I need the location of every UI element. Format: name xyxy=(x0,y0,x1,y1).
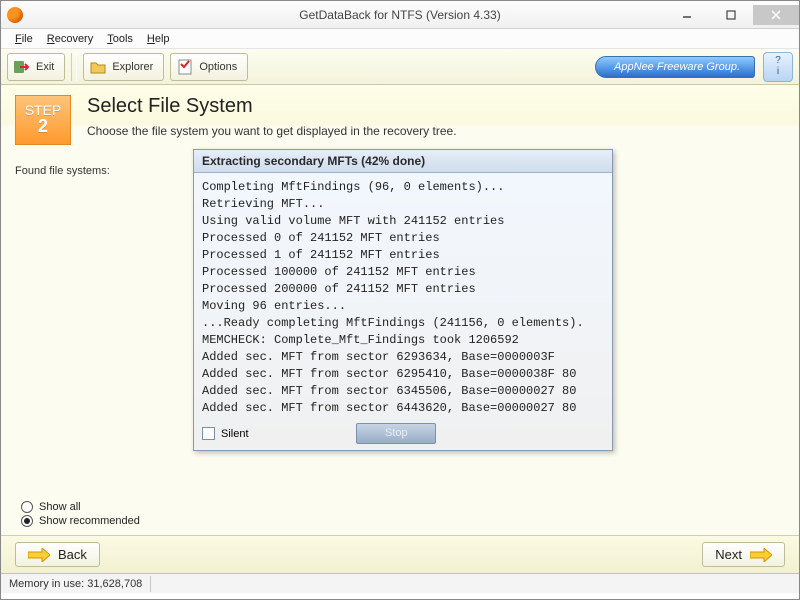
dialog-log: Completing MftFindings (96, 0 elements).… xyxy=(194,173,612,419)
checkbox-icon xyxy=(202,427,215,440)
back-button[interactable]: Back xyxy=(15,542,100,567)
radio-show-recommended[interactable]: Show recommended xyxy=(21,515,140,527)
help-button[interactable]: ? i xyxy=(763,52,793,82)
toolbar-separator xyxy=(71,53,77,81)
minimize-button[interactable] xyxy=(665,5,709,25)
menu-help[interactable]: Help xyxy=(141,31,176,47)
nav-bar: Back Next xyxy=(1,535,799,573)
maximize-button[interactable] xyxy=(709,5,753,25)
status-bar: Memory in use: 31,628,708 xyxy=(1,573,799,593)
options-button[interactable]: Options xyxy=(170,53,248,81)
radio-show-all[interactable]: Show all xyxy=(21,501,140,513)
dialog-title: Extracting secondary MFTs (42% done) xyxy=(194,150,612,173)
folder-icon xyxy=(90,59,106,75)
menu-label: ools xyxy=(113,33,133,45)
toolbar: Exit Explorer Options AppNee Freeware Gr… xyxy=(1,49,799,85)
checkbox-label: Silent xyxy=(221,428,249,440)
menu-file[interactable]: File xyxy=(9,31,39,47)
menu-tools[interactable]: Tools xyxy=(101,31,139,47)
app-icon xyxy=(7,7,23,23)
main-content: STEP 2 Select File System Choose the fil… xyxy=(1,85,799,535)
exit-button[interactable]: Exit xyxy=(7,53,65,81)
help-icon: ? xyxy=(775,56,781,66)
window-controls xyxy=(665,5,799,25)
button-label: Back xyxy=(58,547,87,562)
arrow-right-icon xyxy=(750,548,772,562)
dialog-footer: Silent Stop xyxy=(194,419,612,450)
button-label: Explorer xyxy=(112,61,153,73)
silent-checkbox[interactable]: Silent xyxy=(202,427,249,440)
menu-recovery[interactable]: Recovery xyxy=(41,31,99,47)
info-icon: i xyxy=(777,67,779,77)
radio-icon xyxy=(21,515,33,527)
explorer-button[interactable]: Explorer xyxy=(83,53,164,81)
page-title: Select File System xyxy=(87,95,457,118)
step-number: 2 xyxy=(16,116,70,137)
page-subtitle: Choose the file system you want to get d… xyxy=(87,124,457,138)
radio-icon xyxy=(21,501,33,513)
filter-group: Show all Show recommended xyxy=(21,499,140,529)
arrow-left-icon xyxy=(28,548,50,562)
menu-label: ecovery xyxy=(55,33,94,45)
progress-dialog: Extracting secondary MFTs (42% done) Com… xyxy=(193,149,613,451)
status-memory: Memory in use: 31,628,708 xyxy=(1,576,151,592)
options-icon xyxy=(177,59,193,75)
menu-label: elp xyxy=(155,33,170,45)
radio-label: Show all xyxy=(39,501,81,513)
close-button[interactable] xyxy=(753,5,799,25)
step-badge: STEP 2 xyxy=(15,95,71,145)
button-label: Exit xyxy=(36,61,54,73)
title-bar: GetDataBack for NTFS (Version 4.33) xyxy=(1,1,799,29)
found-systems-label: Found file systems: xyxy=(11,163,114,179)
branding-badge: AppNee Freeware Group. xyxy=(595,56,755,78)
next-button[interactable]: Next xyxy=(702,542,785,567)
stop-button[interactable]: Stop xyxy=(356,423,436,444)
menu-bar: File Recovery Tools Help xyxy=(1,29,799,49)
radio-label: Show recommended xyxy=(39,515,140,527)
exit-icon xyxy=(14,59,30,75)
menu-label: ile xyxy=(22,33,33,45)
button-label: Options xyxy=(199,61,237,73)
button-label: Next xyxy=(715,547,742,562)
